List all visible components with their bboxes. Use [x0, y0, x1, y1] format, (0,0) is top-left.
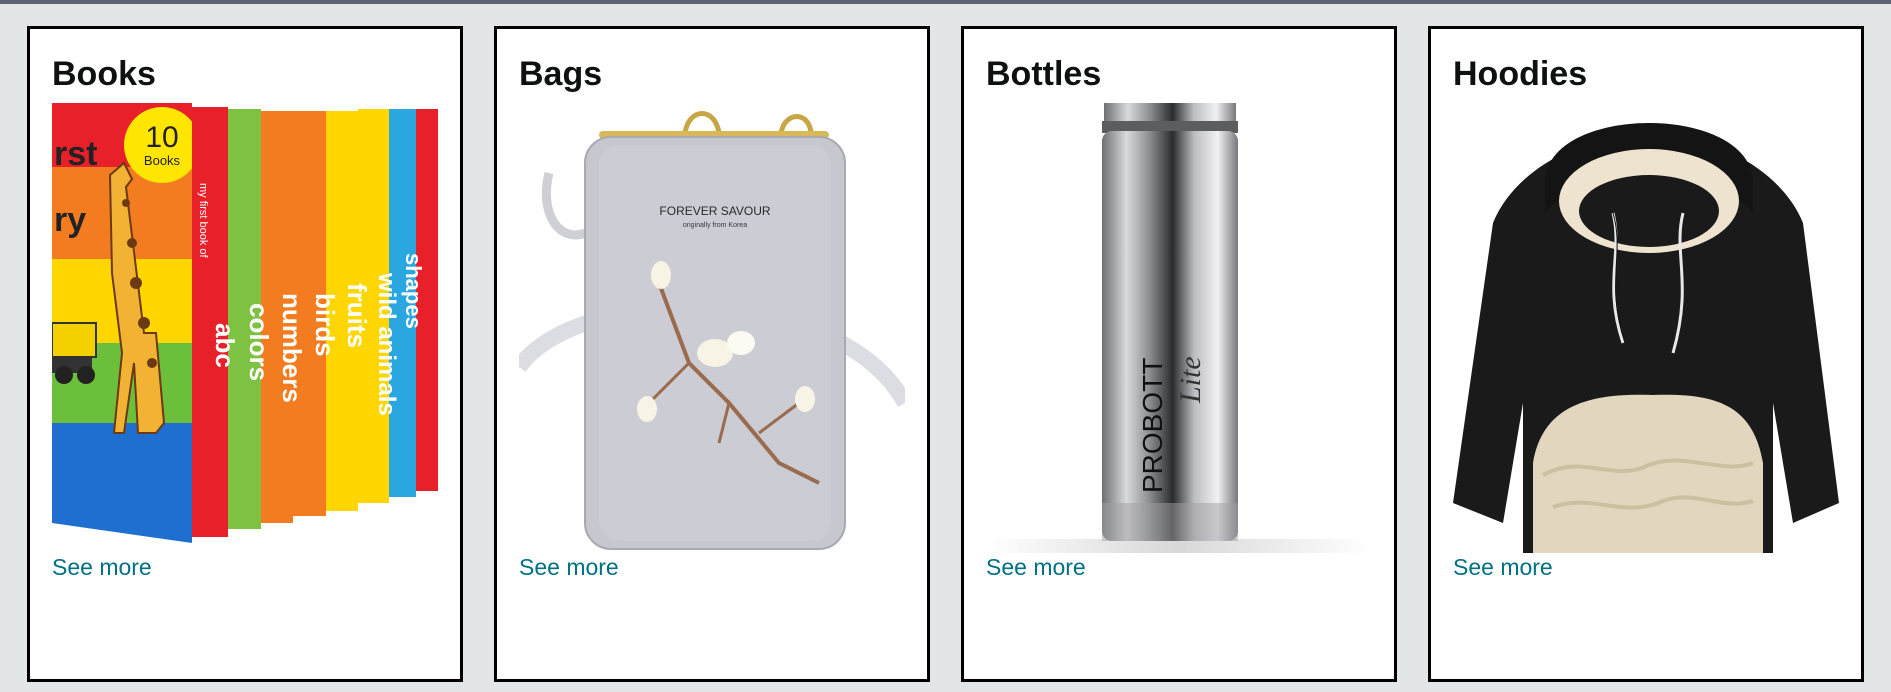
svg-text:shapes: shapes	[401, 253, 426, 329]
ten-books-badge: 10 Books	[124, 107, 200, 183]
hoodie-illustration	[1453, 123, 1839, 553]
category-card-books: Books rst ry 10 Books abc colors numbers…	[27, 26, 463, 682]
card-title: Bottles	[986, 55, 1102, 93]
category-card-hoodies: Hoodies See more	[1428, 26, 1864, 682]
svg-text:my first book of: my first book of	[197, 183, 209, 259]
see-more-link[interactable]: See more	[52, 554, 152, 581]
card-title: Hoodies	[1453, 55, 1588, 93]
see-more-link[interactable]: See more	[986, 554, 1086, 581]
svg-text:rst: rst	[54, 135, 97, 173]
bottles-product-image[interactable]: PROBOTT Lite	[986, 103, 1372, 553]
see-more-link[interactable]: See more	[1453, 554, 1553, 581]
svg-text:10: 10	[145, 121, 178, 154]
book-spines: abc colors numbers birds fruits wild ani…	[192, 107, 438, 537]
bags-product-image[interactable]: FOREVER SAVOUR originally from Korea	[519, 103, 905, 553]
card-title: Bags	[519, 55, 603, 93]
svg-text:Books: Books	[144, 153, 181, 168]
category-card-bags: Bags FOREVER SAVOUR originally from Kore…	[494, 26, 930, 682]
svg-text:originally from Korea: originally from Korea	[683, 222, 747, 229]
svg-text:fruits: fruits	[342, 283, 372, 348]
hoodies-product-image[interactable]	[1453, 103, 1839, 553]
category-card-bottles: Bottles PROBOTT Lite See more	[961, 26, 1397, 682]
card-title: Books	[52, 55, 156, 93]
svg-text:PROBOTT: PROBOTT	[1137, 358, 1168, 493]
see-more-link[interactable]: See more	[519, 554, 619, 581]
top-strip	[0, 0, 1891, 4]
svg-text:ry: ry	[54, 201, 86, 239]
books-product-image[interactable]: rst ry 10 Books abc colors numbers birds…	[52, 103, 438, 553]
books-box-set-illustration: rst ry 10 Books abc colors numbers birds…	[52, 103, 438, 543]
svg-text:colors: colors	[244, 303, 274, 381]
svg-text:FOREVER SAVOUR: FOREVER SAVOUR	[659, 204, 770, 218]
svg-text:wild animals: wild animals	[373, 272, 400, 416]
svg-text:Lite: Lite	[1174, 356, 1207, 404]
steel-bottle-illustration: PROBOTT Lite	[986, 103, 1372, 553]
svg-text:abc: abc	[210, 323, 240, 368]
svg-text:birds: birds	[310, 293, 340, 357]
crossbody-bag-illustration: FOREVER SAVOUR originally from Korea	[519, 111, 905, 550]
svg-text:numbers: numbers	[277, 293, 307, 403]
